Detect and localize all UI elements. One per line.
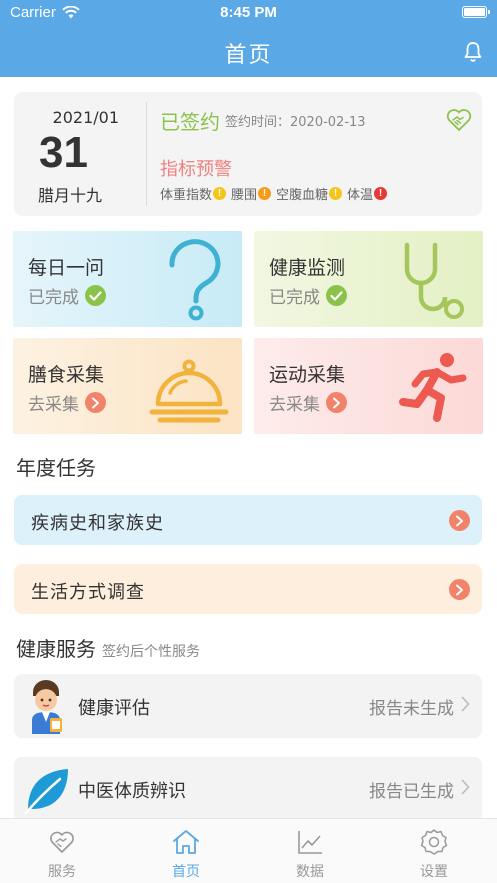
year-month: 2021/01 (52, 108, 119, 127)
status-bar: Carrier 8:45 PM (0, 0, 497, 26)
tile-diet-collection[interactable]: 膳食采集 去采集 (13, 338, 242, 434)
day-number: 31 (39, 128, 88, 177)
indicator-temperature[interactable]: 体温! (347, 184, 390, 203)
sign-time: 签约时间：2020-02-13 (225, 115, 366, 130)
health-services-subtitle: 签约后个性服务 (102, 644, 200, 660)
chevron-right-icon (461, 696, 470, 716)
tab-label: 设置 (420, 864, 448, 880)
warning-red-icon: ! (374, 187, 388, 200)
tab-service[interactable]: 服务 (0, 819, 124, 883)
bell-icon[interactable] (461, 40, 485, 64)
task-disease-history[interactable]: 疾病史和家族史 (14, 495, 482, 545)
indicator-label: 空腹血糖 (276, 188, 329, 203)
service-status: 报告未生成 (369, 699, 454, 719)
tab-settings[interactable]: 设置 (372, 819, 496, 883)
tile-status-label: 去采集 (28, 395, 79, 415)
app-header: Carrier 8:45 PM 首页 (0, 0, 497, 77)
tab-label: 服务 (48, 864, 76, 880)
check-icon (85, 285, 106, 306)
service-status: 报告已生成 (369, 782, 454, 802)
clock: 8:45 PM (220, 4, 277, 21)
tile-status-label: 已完成 (269, 288, 320, 308)
tile-status: 已完成 (269, 283, 347, 308)
indicator-glucose[interactable]: 空腹血糖! (276, 184, 345, 203)
heart-handshake-icon (446, 109, 472, 131)
doctor-avatar-icon (32, 680, 62, 734)
check-icon (326, 285, 347, 306)
chevron-right-icon (461, 779, 470, 799)
lunar-date: 腊月十九 (38, 186, 103, 205)
warning-yellow-icon: ! (329, 187, 343, 200)
chart-icon (298, 831, 322, 854)
task-label: 疾病史和家族史 (31, 513, 164, 534)
tab-label: 数据 (296, 864, 324, 880)
tab-home[interactable]: 首页 (124, 819, 248, 883)
home-icon (173, 830, 199, 854)
tile-daily-question[interactable]: 每日一问 已完成 (13, 231, 242, 327)
task-label: 生活方式调查 (31, 582, 145, 603)
question-mark-icon (169, 239, 221, 321)
signed-label: 已签约 (160, 110, 220, 134)
tile-title: 健康监测 (269, 257, 346, 279)
indicator-list: 体重指数! 腰围! 空腹血糖! 体温! (160, 184, 390, 203)
tile-status-label: 去采集 (269, 395, 320, 415)
battery-icon (462, 6, 490, 18)
tile-exercise-collection[interactable]: 运动采集 去采集 (254, 338, 483, 434)
tab-label: 首页 (172, 864, 200, 880)
chevron-right-icon (85, 392, 106, 413)
tile-status: 已完成 (28, 283, 106, 308)
stethoscope-icon (404, 242, 464, 319)
tile-status: 去采集 (269, 390, 347, 415)
running-person-icon (399, 353, 467, 422)
tile-health-monitoring[interactable]: 健康监测 已完成 (254, 231, 483, 327)
tab-bar: 服务 首页 数据 设置 (0, 818, 497, 883)
indicator-label: 腰围 (231, 188, 258, 203)
indicator-bmi[interactable]: 体重指数! (160, 184, 229, 203)
service-tcm-constitution[interactable]: 中医体质辨识 报告已生成 (14, 757, 482, 821)
food-cloche-icon (149, 359, 229, 423)
tile-status-label: 已完成 (28, 288, 79, 308)
health-services-title: 健康服务 (16, 637, 96, 661)
heart-hand-icon (50, 831, 74, 853)
tile-title: 膳食采集 (28, 364, 105, 386)
warning-yellow-icon: ! (213, 187, 227, 200)
indicator-label: 体温 (347, 188, 374, 203)
service-health-assessment[interactable]: 健康评估 报告未生成 (14, 674, 482, 738)
warning-orange-icon: ! (258, 187, 272, 200)
divider (146, 102, 147, 206)
service-label: 中医体质辨识 (78, 781, 186, 802)
chevron-right-icon (326, 392, 347, 413)
tile-status: 去采集 (28, 390, 106, 415)
chevron-right-icon (449, 510, 470, 531)
task-lifestyle-survey[interactable]: 生活方式调查 (14, 564, 482, 614)
indicator-label: 体重指数 (160, 188, 213, 203)
tile-title: 运动采集 (269, 364, 346, 386)
indicator-waist[interactable]: 腰围! (231, 184, 274, 203)
page-title: 首页 (224, 43, 273, 68)
sign-status-card[interactable]: 2021/01 31 腊月十九 已签约 签约时间：2020-02-13 指标预警… (14, 92, 482, 216)
tile-title: 每日一问 (28, 257, 105, 279)
tab-data[interactable]: 数据 (248, 819, 372, 883)
date-block: 2021/01 31 腊月十九 (14, 92, 154, 216)
alert-title: 指标预警 (160, 159, 232, 180)
health-services-header: 健康服务 签约后个性服务 (16, 633, 200, 662)
service-label: 健康评估 (78, 698, 150, 719)
annual-tasks-title: 年度任务 (16, 456, 96, 480)
leaf-icon (24, 769, 68, 815)
gear-icon (420, 829, 448, 855)
chevron-right-icon (449, 579, 470, 600)
